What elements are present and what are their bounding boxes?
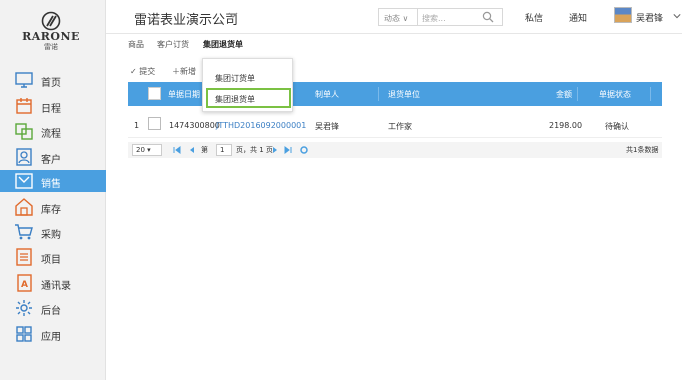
sidebar-item-contacts[interactable]: A 通讯录 <box>0 272 106 294</box>
monitor-icon <box>15 72 33 88</box>
customer-icon <box>16 148 32 166</box>
column-divider <box>577 87 578 101</box>
avatar[interactable] <box>614 7 632 23</box>
sidebar-item-warehouse[interactable]: 库存 <box>0 196 106 218</box>
page-number-input[interactable]: 1 <box>216 144 232 156</box>
menu-item-group-order[interactable]: 集团订货单 <box>206 67 291 87</box>
select-all-checkbox[interactable] <box>148 87 161 100</box>
row-status: 待确认 <box>605 122 629 131</box>
sidebar-item-label: 流程 <box>41 129 61 140</box>
row-maker: 吴君锋 <box>315 122 339 131</box>
column-header-amount[interactable]: 金额 <box>556 89 572 100</box>
sidebar-item-label: 采购 <box>41 230 61 241</box>
private-message-link[interactable]: 私信 <box>525 11 543 24</box>
row-return-unit: 工作家 <box>388 122 412 131</box>
column-header-return-unit[interactable]: 退货单位 <box>388 89 420 100</box>
page-size-value: 20 <box>136 146 145 154</box>
apps-icon <box>16 326 32 342</box>
menu-item-group-return[interactable]: 集团退货单 <box>206 88 291 108</box>
add-label: 新增 <box>180 67 196 76</box>
last-page-icon[interactable] <box>283 145 293 155</box>
tab-customer-orders[interactable]: 客户订货 <box>157 39 189 50</box>
contacts-icon: A <box>17 274 32 292</box>
sidebar-item-home[interactable]: 首页 <box>0 69 106 91</box>
sidebar-item-flow[interactable]: 流程 <box>0 120 106 142</box>
dynamic-filter-label: 动态 <box>384 14 400 23</box>
sidebar-item-label: 通讯录 <box>41 281 71 292</box>
sidebar-item-label: 项目 <box>41 255 61 266</box>
column-header-status[interactable]: 单据状态 <box>599 89 631 100</box>
sidebar-item-label: 销售 <box>41 179 61 190</box>
table-row[interactable]: 1 1474300800 JTTHD2016092000001 吴君锋 工作家 … <box>128 112 662 138</box>
sidebar-item-purchase[interactable]: 采购 <box>0 221 106 243</box>
search-icon[interactable] <box>482 11 494 23</box>
dynamic-filter-select[interactable]: 动态 ∨ <box>378 8 418 26</box>
sidebar-item-label: 应用 <box>41 332 61 343</box>
pagination-bar: 20 ▾ 第 1 页，共 1 页 共1条数据 <box>128 142 662 158</box>
plus-icon: ＋ <box>172 67 180 76</box>
tab-products[interactable]: 商品 <box>128 39 144 50</box>
sidebar-item-label: 日程 <box>41 104 61 115</box>
row-amount: 2198.00 <box>549 121 583 130</box>
sidebar-item-schedule[interactable]: 日程 <box>0 95 106 117</box>
total-records: 共1条数据 <box>626 146 659 154</box>
chevron-down-icon[interactable] <box>228 10 238 20</box>
warehouse-icon <box>15 198 33 216</box>
app-window: { "logo": { "brand": "RARONE", "brand_cn… <box>0 0 682 380</box>
page-label: 第 <box>201 146 208 154</box>
submit-button[interactable]: ✓ 提交 <box>130 66 155 77</box>
refresh-icon[interactable] <box>299 145 309 155</box>
add-button[interactable]: ＋新增 <box>172 66 196 77</box>
company-name[interactable]: 雷诺表业演示公司 <box>134 9 238 28</box>
first-page-icon[interactable] <box>172 145 182 155</box>
submit-label: 提交 <box>139 67 156 76</box>
user-name[interactable]: 吴君锋 <box>636 11 663 24</box>
check-icon: ✓ <box>130 67 137 76</box>
page-size-select[interactable]: 20 ▾ <box>132 144 162 156</box>
svg-text:A: A <box>21 280 28 290</box>
prev-page-icon[interactable] <box>187 145 197 155</box>
cart-icon <box>15 224 33 240</box>
column-divider <box>378 87 379 101</box>
project-icon <box>16 248 32 266</box>
logo-brand-cn: 雷诺 <box>44 43 58 51</box>
sidebar-item-project[interactable]: 项目 <box>0 246 106 268</box>
sidebar-item-label: 后台 <box>41 306 61 317</box>
tab-dropdown-menu: 集团订货单 集团退货单 <box>202 58 293 112</box>
row-date: 1474300800 <box>169 121 220 130</box>
tab-group-return[interactable]: 集团退货单 <box>203 39 243 50</box>
logo-brand-text: RARONE <box>22 30 80 43</box>
chevron-down-icon: ∨ <box>402 14 409 23</box>
notification-link[interactable]: 通知 <box>569 11 587 24</box>
next-page-icon[interactable] <box>270 145 280 155</box>
chevron-down-icon: ▾ <box>147 146 151 154</box>
row-index: 1 <box>134 121 140 130</box>
sidebar-item-label: 库存 <box>41 205 61 216</box>
sidebar-item-label: 客户 <box>41 155 61 166</box>
sales-icon <box>15 173 33 189</box>
flow-icon <box>15 123 33 140</box>
sidebar-item-sales[interactable]: 销售 <box>0 170 106 192</box>
sidebar-item-label: 首页 <box>41 78 61 89</box>
page-total-label: 页，共 1 页 <box>236 146 273 154</box>
gear-icon <box>16 300 32 316</box>
row-checkbox[interactable] <box>148 117 161 130</box>
chevron-down-icon[interactable] <box>673 12 681 20</box>
calendar-icon <box>16 98 32 114</box>
column-header-maker[interactable]: 制单人 <box>315 89 339 100</box>
row-code-link[interactable]: JTTHD2016092000001 <box>216 121 306 130</box>
logo-mark-icon <box>41 11 61 31</box>
column-divider <box>650 87 651 101</box>
logo[interactable]: RARONE 雷诺 <box>16 11 86 55</box>
top-bar: 雷诺表业演示公司 动态 ∨ 搜索... 私信 通知 吴君锋 <box>106 0 682 34</box>
sidebar: RARONE 雷诺 首页 日程 流程 客户 销售 库存 采购 项目 A 通讯录 … <box>0 0 106 380</box>
sidebar-item-apps[interactable]: 应用 <box>0 323 106 345</box>
column-header-date[interactable]: 单据日期 <box>168 89 200 100</box>
sidebar-item-admin[interactable]: 后台 <box>0 297 106 319</box>
sidebar-item-customer[interactable]: 客户 <box>0 146 106 168</box>
